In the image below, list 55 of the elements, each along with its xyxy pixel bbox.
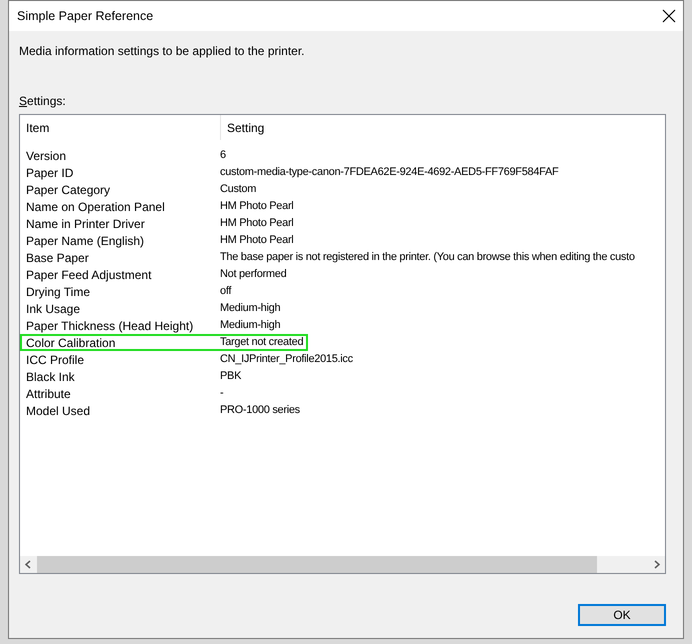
item-cell-text: Paper ID <box>25 164 74 182</box>
setting-cell-text: HM Photo Pearl <box>220 216 294 232</box>
close-icon[interactable] <box>661 8 677 24</box>
list-row[interactable]: Paper Feed Adjustment Not performed <box>20 266 292 283</box>
list-row[interactable]: ICC Profile CN_IJPrinter_Profile2015.icc <box>20 351 358 368</box>
setting-cell-text: off <box>220 284 232 300</box>
setting-cell-text: HM Photo Pearl <box>220 233 294 248</box>
window-title: Simple Paper Reference <box>17 8 154 25</box>
item-cell-text: Version <box>25 148 68 164</box>
list-row[interactable]: Drying Time off <box>20 283 236 300</box>
list-row[interactable]: Name in Printer Driver HM Photo Pearl <box>20 215 298 232</box>
list-row[interactable]: Ink Usage Medium-high <box>20 300 286 317</box>
ok-button[interactable]: OK <box>578 604 666 626</box>
item-cell-text: Color Calibration <box>25 334 116 352</box>
highlighted-row[interactable]: Color Calibration Target not created <box>20 334 308 351</box>
setting-cell-text: Target not created <box>220 335 304 350</box>
item-cell-text: Ink Usage <box>25 300 82 318</box>
setting-cell-text: CN_IJPrinter_Profile2015.icc <box>220 352 354 368</box>
item-cell-text: Name on Operation Panel <box>25 198 166 216</box>
setting-cell-text: The base paper is not registered in the printer. (You can browse this when editing the custo <box>220 250 636 266</box>
list-row[interactable]: Model Used PRO-1000 series <box>20 402 305 419</box>
item-cell-text: Paper Name (English) <box>25 232 146 250</box>
item-cell-text: Drying Time <box>25 284 92 300</box>
setting-cell-text: PRO-1000 series <box>220 403 301 418</box>
setting-cell-text: Not performed <box>220 267 288 282</box>
item-cell-text: Paper Feed Adjustment <box>25 266 152 284</box>
setting-cell-text: PBK <box>220 369 242 384</box>
list-row[interactable]: Attribute - <box>20 385 228 402</box>
item-cell-text: Attribute <box>25 386 72 402</box>
list-row[interactable]: Black Ink PBK <box>20 368 246 385</box>
description-text: Media information settings to be applied to the printer. <box>19 43 305 60</box>
item-cell-text: Base Paper <box>25 250 90 266</box>
settings-label: Settings: <box>19 93 66 110</box>
item-cell-text: Model Used <box>25 402 92 420</box>
list-row[interactable]: Name on Operation Panel HM Photo Pearl <box>20 198 298 215</box>
list-row[interactable]: Paper Category Custom <box>20 181 262 198</box>
item-cell-text: Paper Category <box>25 182 112 198</box>
list-row[interactable]: Version 6 <box>20 147 231 164</box>
item-cell-text: Name in Printer Driver <box>25 216 146 232</box>
setting-cell-text: Medium-high <box>220 301 282 316</box>
column-header[interactable]: Setting <box>221 115 264 140</box>
setting-cell-text: - <box>220 386 224 402</box>
setting-cell-text: 6 <box>220 148 227 164</box>
column-header[interactable]: Item <box>20 115 221 140</box>
item-cell-text: Black Ink <box>25 368 76 386</box>
item-cell-text: ICC Profile <box>25 352 86 368</box>
list-row[interactable]: Paper ID custom-media-type-canon-7FDEA62E-924E-4692-AED5-FF769F584FAF <box>20 164 564 181</box>
item-cell-text: Paper Thickness (Head Height) <box>25 318 194 334</box>
setting-cell-text: Custom <box>220 182 258 198</box>
setting-cell-text: Medium-high <box>220 318 282 334</box>
list-row[interactable]: Paper Thickness (Head Height) Medium-high <box>20 317 286 334</box>
list-row[interactable]: Base Paper The base paper is not registered in the printer. (You can browse this when editing the custo <box>20 249 640 266</box>
list-row[interactable]: Paper Name (English) HM Photo Pearl <box>20 232 298 249</box>
setting-cell-text: custom-media-type-canon-7FDEA62E-924E-4692-AED5-FF769F584FAF <box>220 165 560 180</box>
setting-cell-text: HM Photo Pearl <box>220 199 294 214</box>
